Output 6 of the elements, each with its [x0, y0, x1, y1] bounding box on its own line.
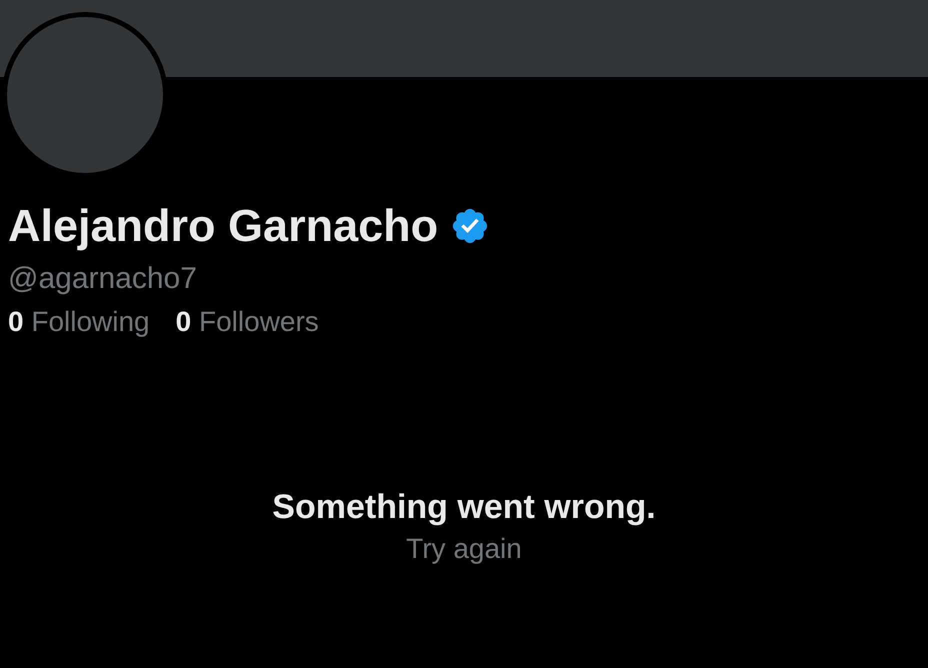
- follow-count-link[interactable]: 0 Following: [8, 306, 150, 338]
- profile-name: Alejandro Garnacho: [8, 200, 438, 252]
- error-message: Something went wrong.: [272, 488, 656, 527]
- try-again-link[interactable]: Try again: [406, 533, 522, 565]
- follow-count-link[interactable]: 0 Followers: [176, 306, 319, 338]
- profile-handle: @agarnacho7: [8, 262, 198, 296]
